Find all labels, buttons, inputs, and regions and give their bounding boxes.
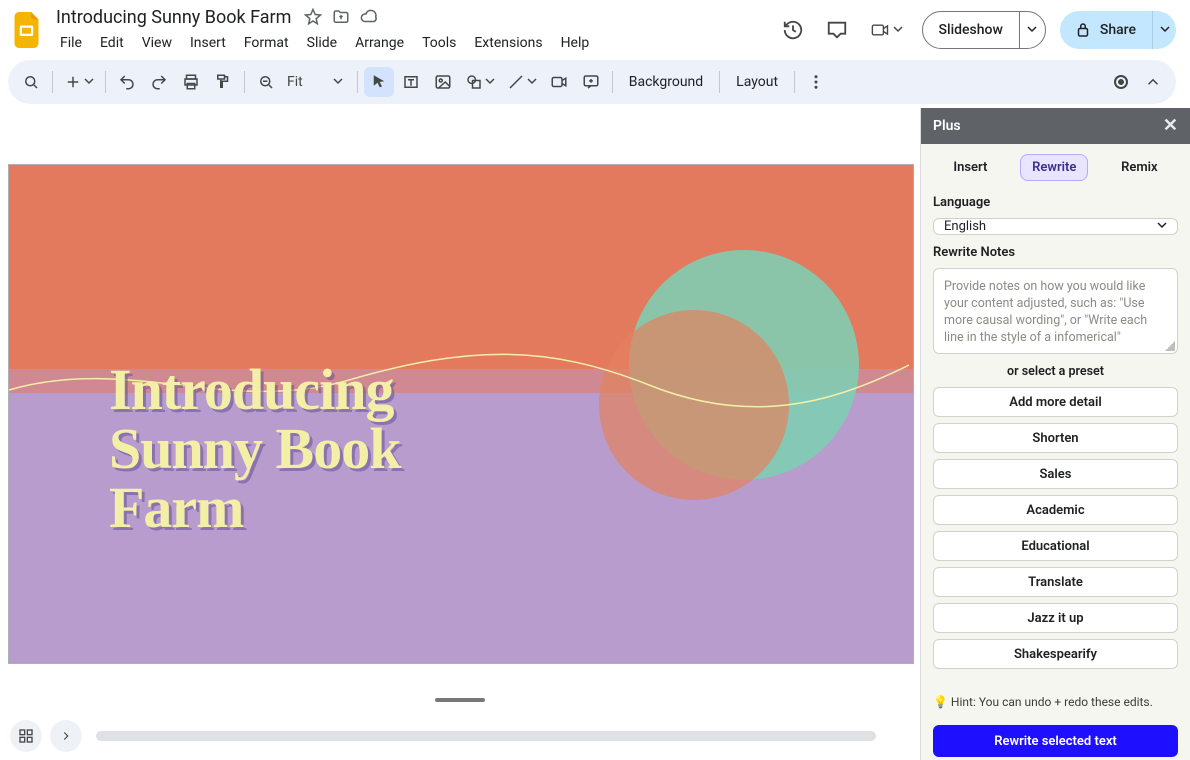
preset-hint: or select a preset [933, 364, 1178, 379]
cloud-saved-icon[interactable] [359, 7, 379, 27]
preset-shorten[interactable]: Shorten [933, 423, 1178, 453]
new-slide-button[interactable] [59, 67, 99, 97]
menu-insert[interactable]: Insert [182, 31, 234, 55]
toolbar: Fit Background Layout [8, 60, 1176, 104]
history-icon[interactable] [778, 15, 808, 45]
print-button[interactable] [176, 67, 206, 97]
preset-add-more-detail[interactable]: Add more detail [933, 387, 1178, 417]
language-value: English [944, 219, 986, 234]
share-dropdown[interactable] [1152, 11, 1176, 49]
paint-format-button[interactable] [208, 67, 238, 97]
preset-jazz-it-up[interactable]: Jazz it up [933, 603, 1178, 633]
select-tool[interactable] [364, 67, 394, 97]
grid-view-button[interactable] [10, 720, 42, 752]
move-folder-icon[interactable] [331, 7, 351, 27]
comment-add-button[interactable] [576, 67, 606, 97]
menu-arrange[interactable]: Arrange [347, 31, 412, 55]
background-button[interactable]: Background [619, 67, 713, 97]
layout-button[interactable]: Layout [726, 67, 788, 97]
zoom-value: Fit [287, 74, 303, 90]
menu-slide[interactable]: Slide [299, 31, 345, 55]
preset-shakespearify[interactable]: Shakespearify [933, 639, 1178, 669]
preset-translate[interactable]: Translate [933, 567, 1178, 597]
action-rewrite-selected-text[interactable]: Rewrite selected text [933, 725, 1178, 757]
menu-edit[interactable]: Edit [92, 31, 132, 55]
zoom-select[interactable]: Fit [283, 67, 351, 97]
video-tool[interactable] [544, 67, 574, 97]
panel-tab-rewrite[interactable]: Rewrite [1020, 154, 1088, 181]
slide-title-line: Sunny Book [109, 419, 400, 478]
close-icon[interactable]: ✕ [1163, 117, 1178, 135]
slideshow-dropdown[interactable] [1019, 12, 1045, 48]
record-indicator[interactable] [1106, 67, 1136, 97]
collapse-toolbar-button[interactable] [1138, 67, 1168, 97]
chevron-down-icon [1157, 219, 1167, 234]
slide-canvas[interactable]: Introducing Sunny Book Farm [0, 108, 920, 712]
menu-file[interactable]: File [52, 31, 90, 55]
star-icon[interactable] [303, 7, 323, 27]
plus-addon-panel: Plus ✕ Insert Rewrite Remix Language Eng… [920, 108, 1190, 760]
next-slide-button[interactable] [50, 720, 82, 752]
rewrite-notes-label: Rewrite Notes [933, 245, 1178, 260]
panel-title: Plus [933, 118, 961, 134]
slide-title-text[interactable]: Introducing Sunny Book Farm [109, 360, 400, 537]
preset-educational[interactable]: Educational [933, 531, 1178, 561]
slide-title-line: Introducing [109, 360, 400, 419]
doc-title[interactable]: Introducing Sunny Book Farm [52, 6, 295, 29]
record-icon [1114, 75, 1128, 89]
comments-icon[interactable] [822, 15, 852, 45]
slide-title-line: Farm [109, 478, 400, 537]
shape-tool[interactable] [460, 67, 500, 97]
zoom-out-button[interactable] [251, 67, 281, 97]
rewrite-notes-input[interactable]: Provide notes on how you would like your… [933, 268, 1178, 354]
undo-hint: 💡 Hint: You can undo + redo these edits. [933, 695, 1178, 709]
language-select[interactable]: English [933, 218, 1178, 235]
speaker-notes-handle[interactable] [435, 698, 485, 702]
slide[interactable]: Introducing Sunny Book Farm [8, 164, 914, 664]
redo-button[interactable] [144, 67, 174, 97]
meet-icon[interactable] [866, 15, 908, 45]
panel-tab-remix[interactable]: Remix [1109, 154, 1170, 181]
panel-tab-insert[interactable]: Insert [941, 154, 999, 181]
share-label: Share [1100, 22, 1136, 38]
menu-view[interactable]: View [134, 31, 180, 55]
preset-sales[interactable]: Sales [933, 459, 1178, 489]
textbox-tool[interactable] [396, 67, 426, 97]
slideshow-button[interactable]: Slideshow [923, 12, 1019, 48]
menu-extensions[interactable]: Extensions [466, 31, 550, 55]
language-label: Language [933, 195, 1178, 210]
horizontal-scrollbar[interactable] [96, 731, 876, 741]
search-menu-button[interactable] [16, 67, 46, 97]
share-button[interactable]: Share [1060, 11, 1152, 49]
line-tool[interactable] [502, 67, 542, 97]
menu-help[interactable]: Help [553, 31, 598, 55]
slides-logo[interactable] [10, 12, 46, 48]
menu-format[interactable]: Format [236, 31, 297, 55]
image-tool[interactable] [428, 67, 458, 97]
scroll-thumb[interactable] [96, 731, 876, 741]
preset-academic[interactable]: Academic [933, 495, 1178, 525]
menu-tools[interactable]: Tools [414, 31, 464, 55]
more-options-button[interactable] [801, 67, 831, 97]
undo-button[interactable] [112, 67, 142, 97]
